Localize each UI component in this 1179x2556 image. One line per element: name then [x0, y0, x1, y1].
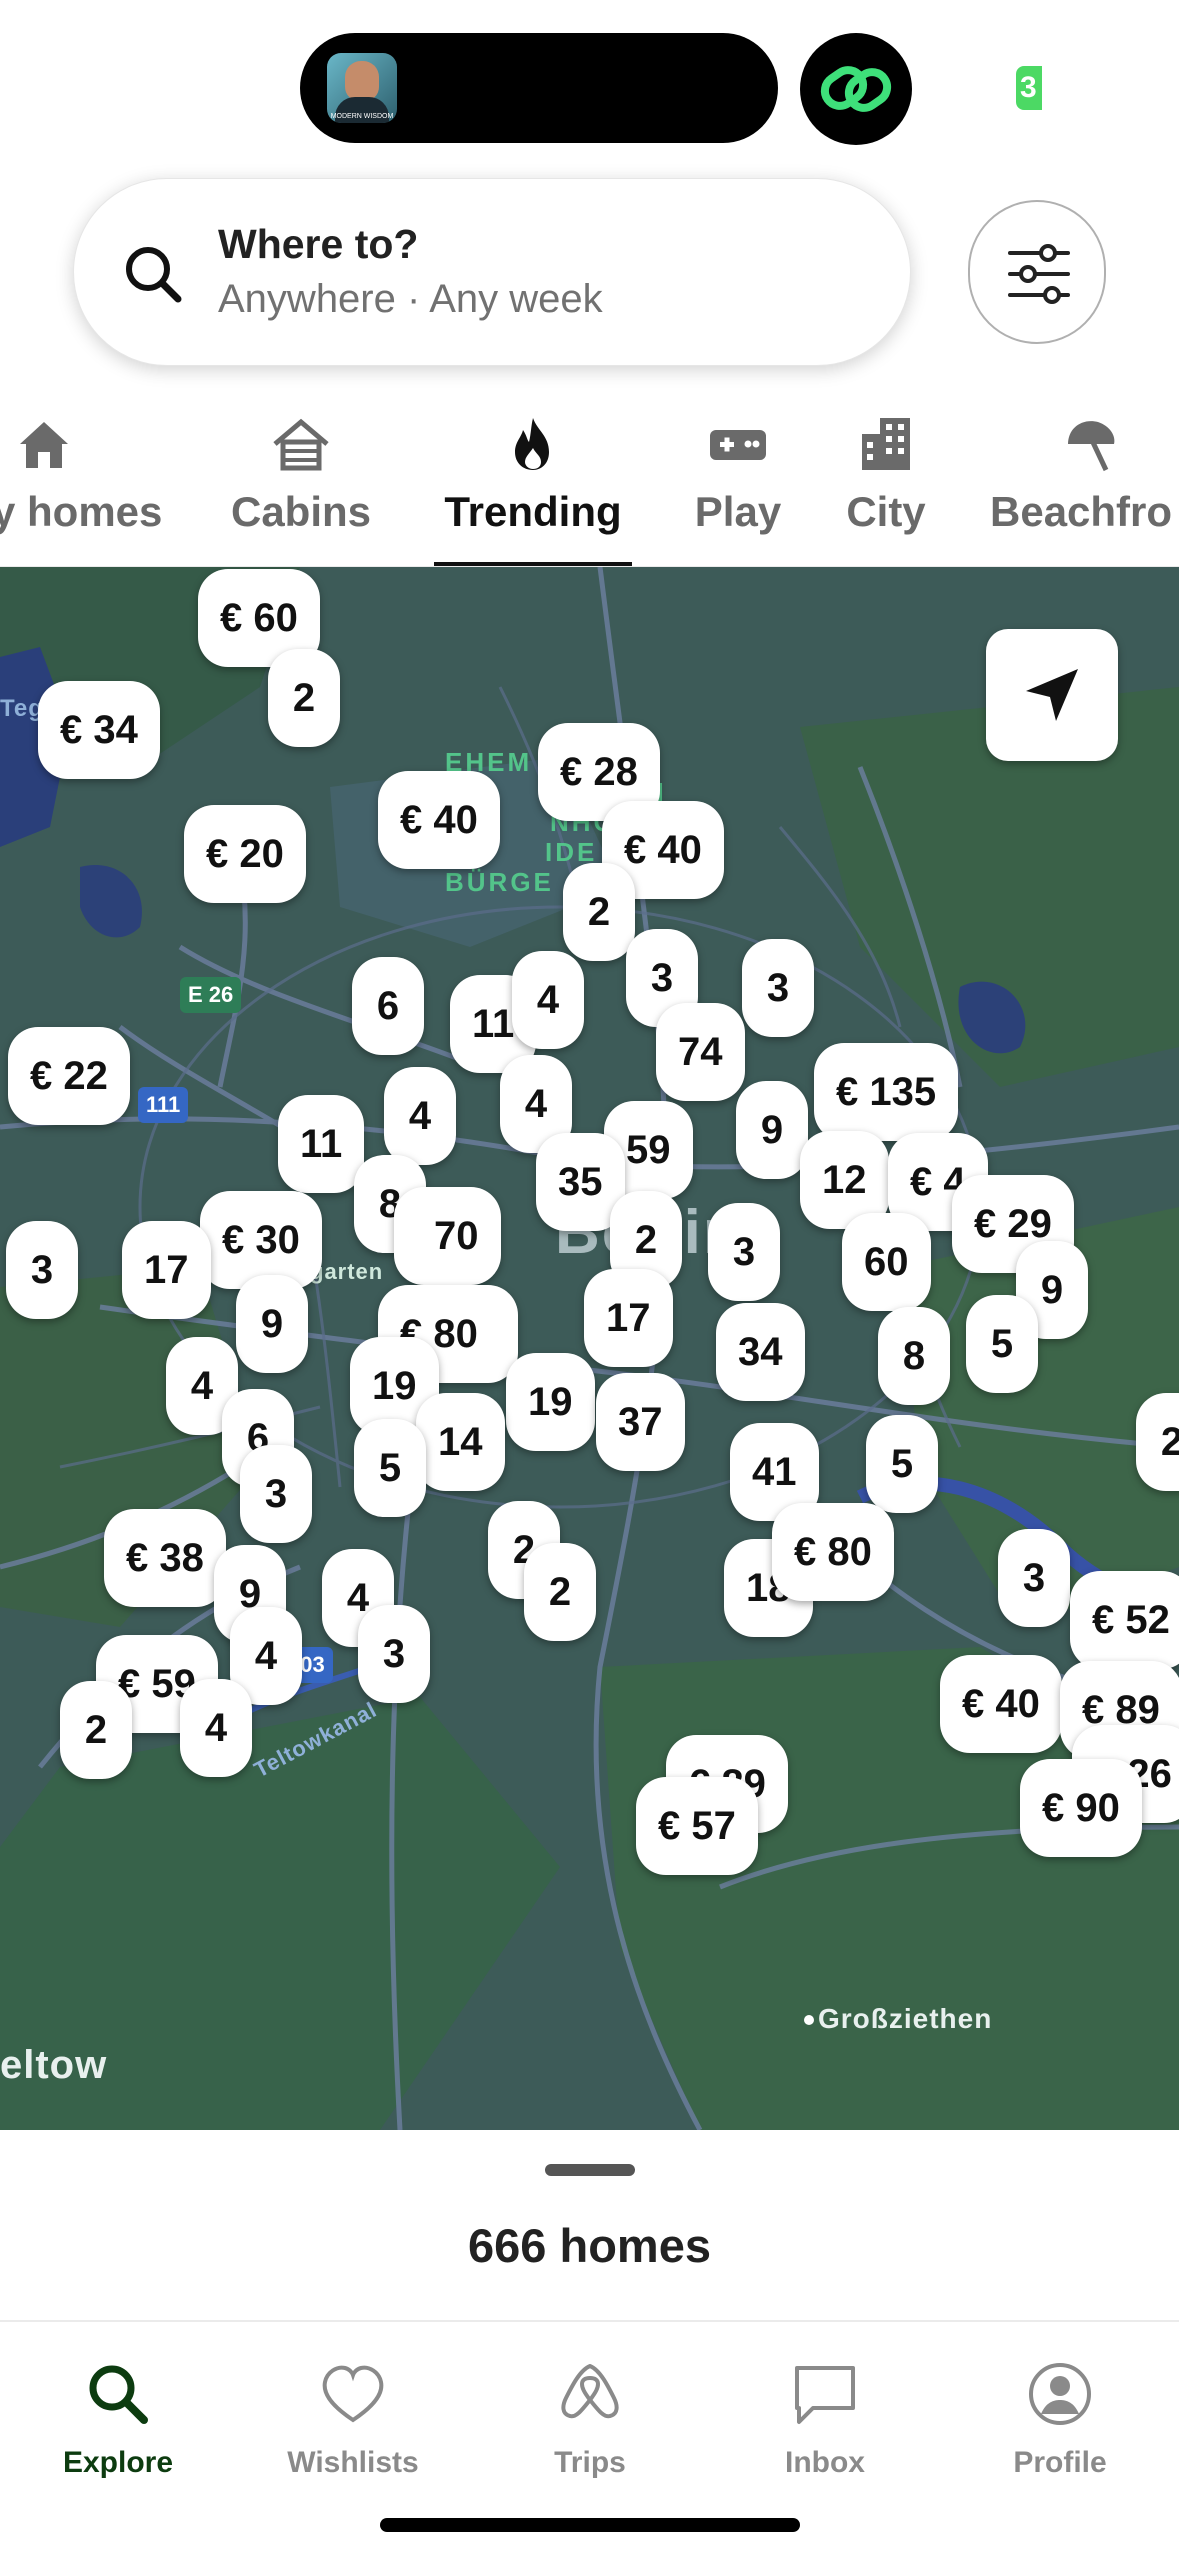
map-count-pin[interactable]: 60 [842, 1213, 931, 1311]
map-count-pin[interactable]: 70 [394, 1187, 501, 1285]
map[interactable]: E 26 111 103 111 EHEM N NHO IDE BÜRGE Be… [0, 567, 1179, 2130]
map-price-pin[interactable]: € 40 [378, 771, 500, 869]
thumbnail-caption: MODERN WISDOM [330, 113, 394, 120]
tab-explore[interactable]: Explore [18, 2342, 218, 2492]
navigation-arrow-icon [1026, 669, 1078, 721]
map-count-pin[interactable]: 19 [506, 1353, 595, 1451]
home-icon [20, 422, 68, 468]
status-bar: MODERN WISDOM 3 [0, 0, 1179, 170]
map-price-pin[interactable]: € 52 [1070, 1571, 1179, 1669]
map-count-pin[interactable]: 9 [736, 1081, 808, 1179]
map-count-pin[interactable]: 3 [998, 1529, 1070, 1627]
tab-inbox[interactable]: Inbox [725, 2342, 925, 2492]
map-count-pin[interactable]: 8 [878, 1307, 950, 1405]
flame-icon [515, 418, 549, 470]
map-count-pin[interactable]: 74 [656, 1003, 745, 1101]
category-trending[interactable]: Trending [434, 400, 632, 568]
category-bar: y homes Cabins Trending Play City Beachf… [0, 400, 1179, 568]
map-count-pin[interactable]: 3 [708, 1203, 780, 1301]
podcast-thumbnail: MODERN WISDOM [327, 53, 397, 123]
gamepad-icon [710, 430, 766, 460]
category-homes[interactable]: y homes [0, 400, 170, 568]
map-price-pin[interactable]: € 38 [104, 1509, 226, 1607]
beach-umbrella-icon [1068, 421, 1115, 472]
route-shield: E 26 [180, 977, 242, 1013]
place-marker [804, 2015, 814, 2025]
map-price-pin[interactable]: € 40 [940, 1655, 1062, 1753]
user-icon [1029, 2363, 1091, 2425]
search-title: Where to? [218, 221, 419, 267]
sheet-handle[interactable] [545, 2164, 635, 2176]
sliders-icon [1008, 244, 1070, 304]
locate-button[interactable] [986, 629, 1118, 761]
map-count-pin[interactable]: 14 [416, 1393, 505, 1491]
tab-wishlists[interactable]: Wishlists [253, 2342, 453, 2492]
map-price-pin[interactable]: € 22 [8, 1027, 130, 1125]
results-sheet[interactable]: 666 homes [0, 2130, 1179, 2320]
map-count-pin[interactable]: 6 [352, 957, 424, 1055]
map-count-pin[interactable]: 5 [866, 1415, 938, 1513]
map-price-pin[interactable]: € 135 [814, 1043, 959, 1141]
map-count-pin[interactable]: 4 [384, 1067, 456, 1165]
map-count-pin[interactable]: 34 [716, 1303, 805, 1401]
map-count-pin[interactable]: 3 [358, 1605, 430, 1703]
home-indicator[interactable] [380, 2518, 800, 2532]
filter-button[interactable] [968, 200, 1106, 344]
map-count-pin[interactable]: 2 [60, 1681, 132, 1779]
search-icon [126, 247, 182, 303]
category-play[interactable]: Play [682, 400, 794, 568]
map-count-pin[interactable]: 5 [966, 1295, 1038, 1393]
building-icon [862, 418, 910, 470]
airbnb-logo-icon [561, 2364, 619, 2419]
map-count-pin[interactable]: 3 [6, 1221, 78, 1319]
map-count-pin[interactable]: 5 [354, 1419, 426, 1517]
map-count-pin[interactable]: 2 [1136, 1393, 1179, 1491]
search-subtitle: Anywhere · Any week [218, 277, 603, 321]
map-count-pin[interactable]: 2 [563, 863, 635, 961]
place-label: Großziethen [818, 2003, 993, 2034]
tab-profile[interactable]: Profile [960, 2342, 1160, 2492]
results-count: 666 homes [468, 2219, 711, 2272]
search-bar[interactable]: Where to? Anywhere · Any week [73, 178, 911, 366]
tab-trips[interactable]: Trips [490, 2342, 690, 2492]
map-count-pin[interactable]: 3 [240, 1445, 312, 1543]
map-price-pin[interactable]: € 57 [636, 1777, 758, 1875]
category-beachfront[interactable]: Beachfro [990, 400, 1179, 568]
map-count-pin[interactable]: 4 [512, 951, 584, 1049]
category-cabins[interactable]: Cabins [220, 400, 382, 568]
place-label: eltow [0, 2043, 108, 2087]
map-count-pin[interactable]: 17 [122, 1221, 211, 1319]
map-count-pin[interactable]: 9 [236, 1275, 308, 1373]
category-city[interactable]: City [830, 400, 942, 568]
map-count-pin[interactable]: 3 [742, 939, 814, 1037]
message-icon [795, 2366, 855, 2424]
route-shield: 111 [138, 1087, 189, 1123]
map-count-pin[interactable]: 37 [596, 1373, 685, 1471]
cabin-icon [273, 418, 329, 471]
call-badge[interactable]: 3 [1016, 66, 1042, 110]
map-price-pin[interactable]: € 90 [1020, 1759, 1142, 1857]
search-icon [89, 2365, 148, 2424]
map-price-pin[interactable]: € 34 [38, 681, 160, 779]
map-price-pin[interactable]: € 20 [184, 805, 306, 903]
map-count-pin[interactable]: 4 [180, 1679, 252, 1777]
map-count-pin[interactable]: 17 [584, 1269, 673, 1367]
dynamic-island[interactable]: MODERN WISDOM [300, 33, 778, 143]
map-count-pin[interactable]: 2 [268, 649, 340, 747]
heart-icon [322, 2365, 384, 2423]
map-price-pin[interactable]: € 80 [772, 1503, 894, 1601]
link-icon[interactable] [800, 33, 912, 145]
map-count-pin[interactable]: 2 [524, 1543, 596, 1641]
map-count-pin[interactable]: 11 [278, 1095, 365, 1193]
